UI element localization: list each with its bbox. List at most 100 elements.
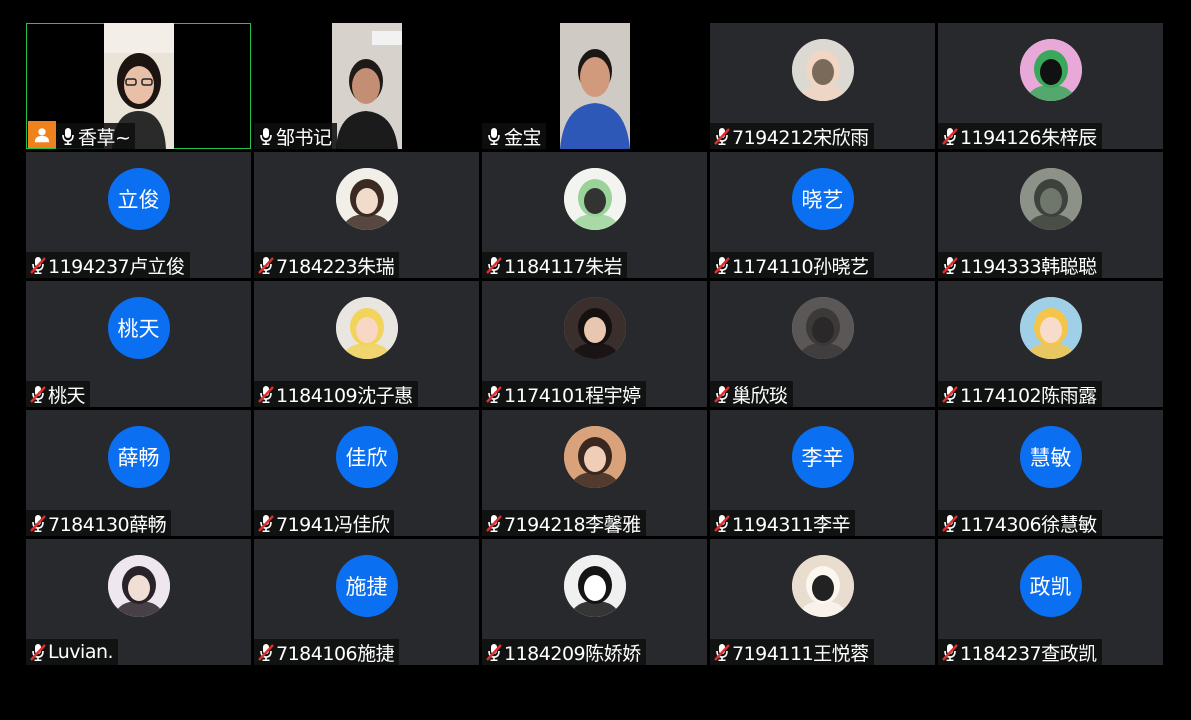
participant-tile[interactable]: 佳欣 71941冯佳欣	[254, 410, 479, 536]
participant-tile[interactable]: 1174101程宇婷	[482, 281, 707, 407]
participant-name-label: 1184117朱岩	[482, 252, 628, 278]
participant-name: 7184106施捷	[276, 642, 395, 665]
participant-tile[interactable]: 7194218李馨雅	[482, 410, 707, 536]
mic-muted-icon	[485, 384, 503, 404]
mic-muted-icon	[29, 513, 47, 533]
participant-name: 金宝	[504, 126, 542, 149]
avatar-initials: 佳欣	[335, 426, 398, 488]
mic-muted-icon	[713, 513, 731, 533]
participant-name-label: 香草~	[56, 123, 136, 149]
participant-name: 1174306徐慧敏	[960, 513, 1097, 536]
participant-name-label: 1184109沈子惠	[254, 381, 418, 407]
mic-icon	[59, 126, 77, 146]
participant-name-label: 7184106施捷	[254, 639, 400, 665]
participant-name: 1194237卢立俊	[48, 255, 185, 278]
avatar-initials: 晓艺	[791, 168, 854, 230]
participant-tile[interactable]: 7184223朱瑞	[254, 152, 479, 278]
participant-name-label: 邹书记	[254, 123, 337, 149]
participant-name-label: 1174110孙晓艺	[710, 252, 874, 278]
avatar-initials: 立俊	[107, 168, 170, 230]
participant-name-label: 7194111王悦蓉	[710, 639, 874, 665]
mic-muted-icon	[485, 513, 503, 533]
participant-tile[interactable]: 7194212宋欣雨	[710, 23, 935, 149]
mic-muted-icon	[713, 384, 731, 404]
avatar-image	[563, 426, 626, 488]
participant-name: 巢欣琰	[732, 384, 788, 407]
mic-muted-icon	[713, 126, 731, 146]
participant-tile[interactable]: 1184209陈娇娇	[482, 539, 707, 665]
participant-name: Luvian.	[48, 641, 114, 663]
mic-muted-icon	[257, 384, 275, 404]
mic-icon	[485, 126, 503, 146]
participant-name: 1184237查政凯	[960, 642, 1097, 665]
participant-name-label: 1194311李辛	[710, 510, 856, 536]
participant-name: 1194311李辛	[732, 513, 851, 536]
avatar-initials: 政凯	[1019, 555, 1082, 617]
participant-tile[interactable]: 1184109沈子惠	[254, 281, 479, 407]
participant-tile[interactable]: 金宝	[482, 23, 707, 149]
avatar-image	[335, 168, 398, 230]
mic-muted-icon	[257, 513, 275, 533]
participant-name: 1184117朱岩	[504, 255, 623, 278]
mic-muted-icon	[941, 513, 959, 533]
participant-name-label: 71941冯佳欣	[254, 510, 395, 536]
participant-name-label: 1174306徐慧敏	[938, 510, 1102, 536]
participant-name-label: 金宝	[482, 123, 547, 149]
avatar-initials: 李辛	[791, 426, 854, 488]
avatar-initials: 薛畅	[107, 426, 170, 488]
participant-tile[interactable]: 1174102陈雨露	[938, 281, 1163, 407]
participant-tile[interactable]: 7194111王悦蓉	[710, 539, 935, 665]
mic-muted-icon	[713, 255, 731, 275]
participant-name-label: Luvian.	[26, 639, 119, 665]
participant-name-label: 1174101程宇婷	[482, 381, 646, 407]
mic-muted-icon	[713, 642, 731, 662]
participant-tile[interactable]: 薛畅 7184130薛畅	[26, 410, 251, 536]
avatar-image	[563, 168, 626, 230]
participant-tile[interactable]: 1184117朱岩	[482, 152, 707, 278]
participant-tile[interactable]: 香草~	[26, 23, 251, 149]
participant-tile[interactable]: 邹书记	[254, 23, 479, 149]
participant-tile[interactable]: 晓艺 1174110孙晓艺	[710, 152, 935, 278]
participant-tile[interactable]: 立俊 1194237卢立俊	[26, 152, 251, 278]
participant-tile[interactable]: 慧敏 1174306徐慧敏	[938, 410, 1163, 536]
avatar-image	[1019, 297, 1082, 359]
participant-tile[interactable]: 1194333韩聪聪	[938, 152, 1163, 278]
participant-name: 1174101程宇婷	[504, 384, 641, 407]
mic-muted-icon	[941, 255, 959, 275]
mic-muted-icon	[29, 384, 47, 404]
participant-name: 1174110孙晓艺	[732, 255, 869, 278]
participant-gallery: 香草~ 邹书记 金宝 7194212宋欣雨 1194126朱梓辰立俊 1194237卢立俊…	[26, 23, 1163, 666]
participant-tile[interactable]: 施捷 7184106施捷	[254, 539, 479, 665]
avatar-image	[791, 297, 854, 359]
avatar-image	[563, 555, 626, 617]
participant-name-label: 巢欣琰	[710, 381, 793, 407]
participant-tile[interactable]: 李辛 1194311李辛	[710, 410, 935, 536]
participant-tile[interactable]: 桃天 桃天	[26, 281, 251, 407]
mic-muted-icon	[257, 642, 275, 662]
video-feed	[559, 23, 630, 149]
mic-muted-icon	[29, 642, 47, 662]
participant-tile[interactable]: 巢欣琰	[710, 281, 935, 407]
participant-tile[interactable]: Luvian.	[26, 539, 251, 665]
avatar-image	[335, 297, 398, 359]
host-person-icon	[28, 121, 56, 148]
participant-tile[interactable]: 政凯 1184237查政凯	[938, 539, 1163, 665]
mic-muted-icon	[941, 642, 959, 662]
participant-name: 1194333韩聪聪	[960, 255, 1097, 278]
participant-name: 1184109沈子惠	[276, 384, 413, 407]
participant-name-label: 7184130薛畅	[26, 510, 172, 536]
avatar-initials: 桃天	[107, 297, 170, 359]
avatar-image	[1019, 168, 1082, 230]
participant-name: 7194111王悦蓉	[732, 642, 869, 665]
avatar-image	[791, 555, 854, 617]
participant-name-label: 1194126朱梓辰	[938, 123, 1102, 149]
participant-name-label: 7194212宋欣雨	[710, 123, 874, 149]
participant-tile[interactable]: 1194126朱梓辰	[938, 23, 1163, 149]
participant-name: 7184223朱瑞	[276, 255, 395, 278]
avatar-image	[791, 39, 854, 101]
participant-name-label: 1184237查政凯	[938, 639, 1102, 665]
participant-name: 1194126朱梓辰	[960, 126, 1097, 149]
mic-muted-icon	[485, 255, 503, 275]
avatar-image	[563, 297, 626, 359]
avatar-image	[1019, 39, 1082, 101]
